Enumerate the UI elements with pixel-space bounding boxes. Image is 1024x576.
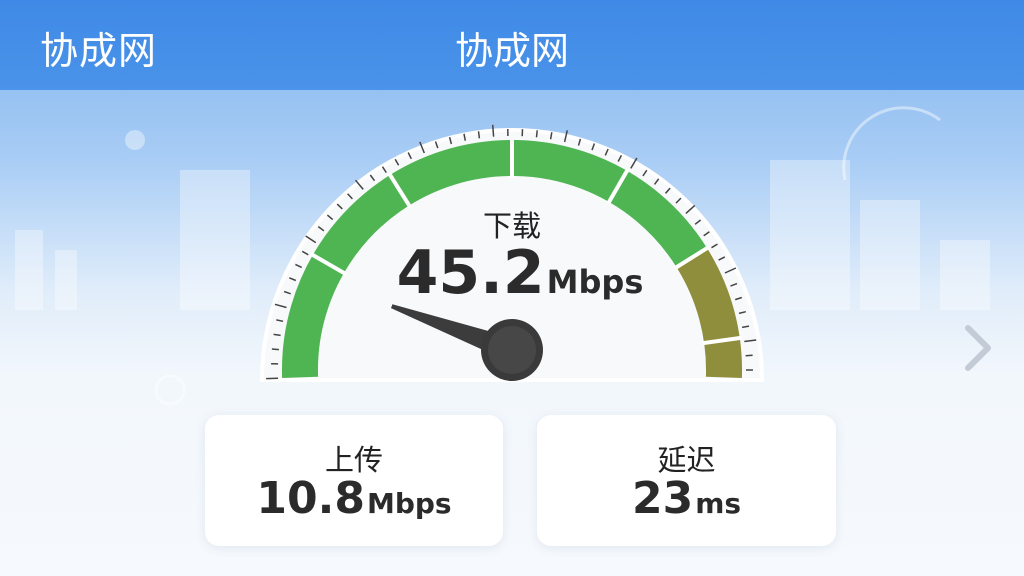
- gauge-tick: [271, 348, 279, 351]
- upload-card: 上传 10.8Mbps: [205, 415, 503, 546]
- latency-unit: ms: [695, 487, 742, 520]
- download-value: 45.2Mbps: [330, 238, 710, 308]
- gauge-tick: [491, 124, 495, 137]
- download-speed-number: 45.2: [396, 238, 545, 308]
- upload-value: 10.8Mbps: [205, 473, 503, 524]
- upload-speed-unit: Mbps: [366, 487, 452, 520]
- latency-card: 延迟 23ms: [537, 415, 836, 546]
- page-title: 协成网: [454, 29, 569, 73]
- latency-value: 23ms: [537, 473, 836, 524]
- upload-speed-number: 10.8: [256, 473, 365, 524]
- gauge-tick: [477, 131, 481, 139]
- download-speed-unit: Mbps: [546, 263, 644, 301]
- top-bar: 协成网 协成网: [0, 0, 1024, 90]
- gauge-tick: [535, 130, 538, 138]
- gauge-hub-highlight: [488, 326, 536, 374]
- gauge-tick: [273, 333, 281, 337]
- chevron-right-icon[interactable]: [958, 322, 998, 374]
- latency-number: 23: [631, 473, 694, 524]
